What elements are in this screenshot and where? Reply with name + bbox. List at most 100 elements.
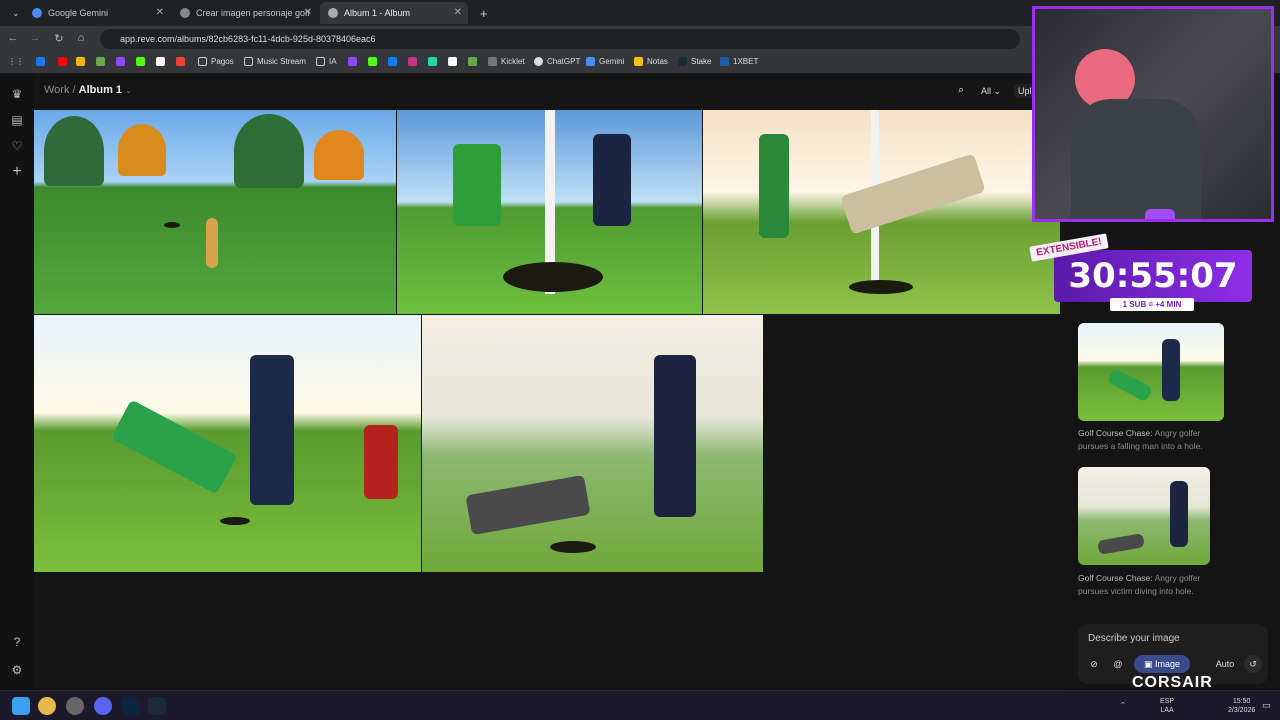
bookmark-kicklet[interactable]: Kicklet [488,57,525,66]
url-field[interactable]: app.reve.com/albums/82cb6283-fc11-4dcb-9… [100,29,1020,49]
bookmark-chatgpt[interactable]: ChatGPT [534,57,580,66]
notification-icon[interactable]: ▭ [1262,701,1271,710]
bookmark-icon[interactable] [468,57,481,66]
steam-icon[interactable] [148,697,166,715]
generation-thumbnail-2[interactable] [1078,467,1210,565]
album-image-1[interactable] [34,110,396,314]
close-icon[interactable]: ✕ [454,7,462,18]
sub-rule-label: 1 SUB = +4 MIN [1110,298,1194,311]
tab-album[interactable]: Album 1 - Album ✕ [320,2,468,24]
chatgpt-icon [534,57,543,66]
chevron-down-icon[interactable]: ⌄ [125,86,132,95]
bookmark-label: Pagos [211,57,234,66]
chrome-icon[interactable] [38,697,56,715]
tray-chevron-icon[interactable]: ⌃ [1120,701,1126,710]
bookmark-pagos[interactable]: Pagos [198,57,234,66]
auto-label: Auto [1215,659,1235,669]
image-icon: ▣ [1143,659,1153,669]
bookmark-icon[interactable] [408,57,421,66]
generation-thumbnail-1[interactable] [1078,323,1224,421]
attach-icon[interactable]: ⊘ [1086,655,1102,673]
home-icon[interactable]: ⌂ [74,32,88,44]
help-icon[interactable]: ? [9,634,25,650]
kick-icon[interactable] [368,57,381,66]
bookmark-1xbet[interactable]: 1XBET [720,57,758,66]
close-icon[interactable]: ✕ [304,7,312,18]
kick-icon[interactable] [136,57,149,66]
bookmark-icon[interactable] [96,57,109,66]
obs-icon[interactable] [66,697,84,715]
add-icon[interactable]: + [9,164,25,180]
stake-icon [678,57,687,66]
library-icon[interactable]: ▤ [9,112,25,128]
timer-value: 30:55:07 [1068,256,1238,296]
tab-crear-imagen[interactable]: Crear imagen personaje golf ✕ [172,2,318,24]
lang-label: ESP [1160,698,1175,705]
subathon-timer: 30:55:07 [1054,250,1252,302]
webcam-overlay [1032,6,1274,222]
bookmark-music-stream[interactable]: Music Stream [244,57,306,66]
bookmark-icon[interactable] [156,57,169,66]
image-mode-label: Image [1155,659,1181,669]
facebook-icon[interactable] [36,57,49,66]
kicklet-icon [488,57,497,66]
auto-button[interactable]: Auto [1212,655,1238,673]
bookmark-ia[interactable]: IA [316,57,337,66]
bookmark-label: Notas [647,57,668,66]
bookmark-label: Music Stream [257,57,306,66]
bookmark-label: Stake [691,57,712,66]
bookmark-icon[interactable] [428,57,441,66]
image-mode-button[interactable]: ▣ Image [1134,655,1190,673]
close-icon[interactable]: ✕ [156,7,164,18]
album-image-4[interactable] [34,315,421,572]
photoshop-icon[interactable] [122,697,140,715]
breadcrumb-current[interactable]: Album 1 [79,84,122,96]
mascot-icon [1145,209,1175,219]
brand-label: CORSAIR [1132,674,1213,691]
send-icon[interactable]: ↺ [1244,655,1262,673]
date-label: 2/3/2026 [1228,707,1256,714]
discord-icon[interactable] [94,697,112,715]
tab-label: Album 1 - Album [344,8,411,18]
bookmark-label: Gemini [599,57,625,66]
bookmark-gemini[interactable]: Gemini [586,57,624,66]
new-tab-button[interactable]: + [472,2,490,24]
settings-icon[interactable]: ⚙ [9,662,25,678]
bookmark-label: ChatGPT [547,57,581,66]
apps-icon[interactable]: ⋮⋮ [8,57,24,66]
album-image-3[interactable] [703,110,1060,314]
mention-icon[interactable]: @ [1110,655,1126,673]
bookmark-stake[interactable]: Stake [678,57,711,66]
generation-caption-2: Golf Course Chase: Angry golfer pursues … [1078,572,1224,598]
gemini-icon [586,57,595,66]
clock[interactable]: 15:50 2/3/2026 [1228,697,1255,715]
binance-icon[interactable] [76,57,89,66]
filter-dropdown[interactable]: All ⌄ [981,86,1001,97]
prompt-input[interactable]: Describe your image [1088,633,1180,644]
youtube-icon[interactable] [58,57,71,66]
gmail-icon[interactable] [176,57,189,66]
search-icon[interactable]: ⌕ [958,84,964,97]
caption-title: Golf Course Chase: [1078,428,1153,438]
corsair-logo: CORSAIR [1132,674,1213,692]
tab-list-button[interactable]: ⌄ [4,2,22,24]
bookmark-icon[interactable] [448,57,461,66]
album-image-2[interactable] [397,110,702,314]
language-indicator[interactable]: ESP LAA [1160,697,1174,715]
reve-logo-icon[interactable]: ♛ [9,86,25,102]
tab-google-gemini[interactable]: Google Gemini ✕ [24,2,170,24]
forward-icon[interactable]: → [28,32,42,44]
ideas-icon[interactable]: ♡ [9,138,25,154]
back-icon[interactable]: ← [6,32,20,44]
reve-icon [328,8,338,18]
bookmark-notas[interactable]: Notas [634,57,668,66]
breadcrumb: Work / Album 1 ⌄ [44,84,132,96]
twitch-icon[interactable] [348,57,361,66]
meta-icon[interactable] [388,57,401,66]
reload-icon[interactable]: ↻ [52,32,66,45]
breadcrumb-work[interactable]: Work [44,84,69,96]
windows-start-icon[interactable] [12,697,30,715]
streamer-body [1071,99,1201,219]
twitch-icon[interactable] [116,57,129,66]
album-image-5[interactable] [422,315,763,572]
